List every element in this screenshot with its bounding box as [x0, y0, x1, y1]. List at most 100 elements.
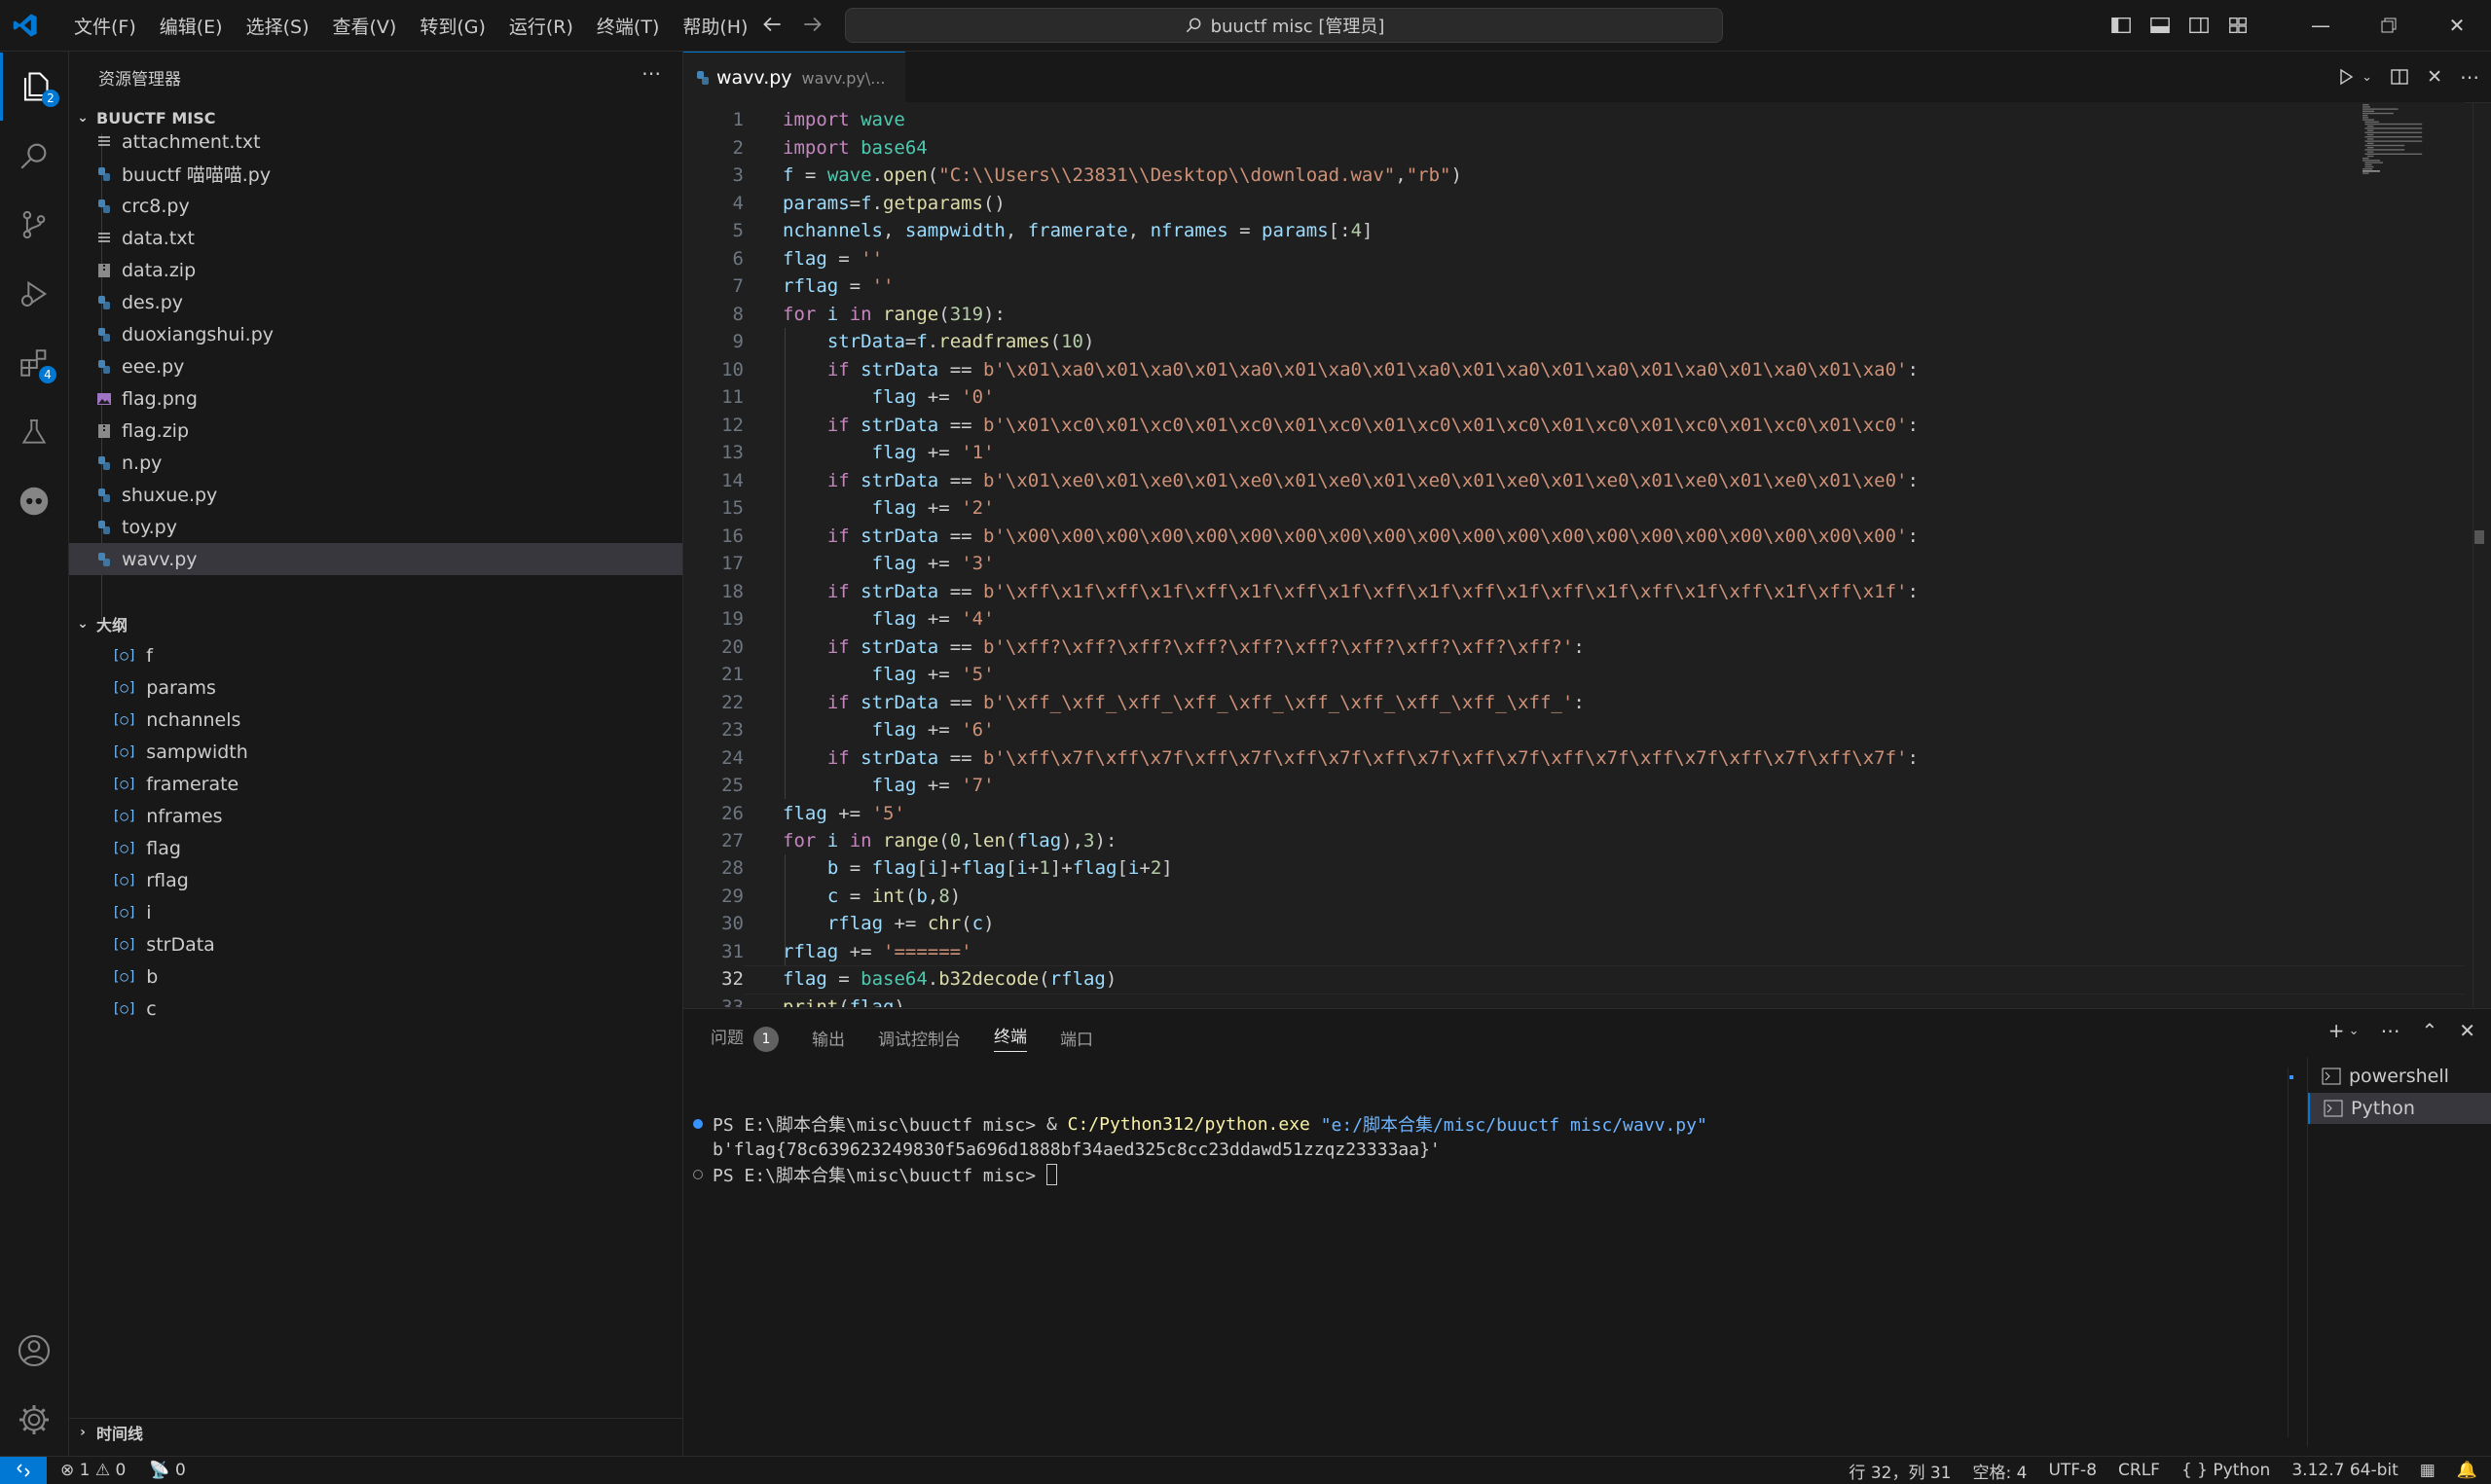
code-line[interactable]: 27 for i in range(0,len(flag),3): [683, 827, 2465, 855]
menu-run[interactable]: 运行(R) [497, 13, 585, 39]
file-item[interactable]: eee.py [69, 350, 682, 382]
file-item[interactable]: des.py [69, 286, 682, 318]
code-line[interactable]: 22 if strData == b'\xff_\xff_\xff_\xff_\… [683, 688, 2465, 716]
menu-go[interactable]: 转到(G) [408, 13, 497, 39]
terminal-entry-python[interactable]: Python [2308, 1093, 2491, 1124]
copilot-icon[interactable] [0, 467, 68, 535]
code-line[interactable]: 30 rflag += chr(c) [683, 910, 2465, 938]
file-item[interactable]: attachment.txt [69, 126, 682, 158]
menu-selection[interactable]: 选择(S) [235, 13, 321, 39]
cursor-position[interactable]: 行 32，列 31 [1849, 1459, 1951, 1483]
editor-tab[interactable]: wavv.py wavv.py\... [683, 52, 905, 103]
tab-output[interactable]: 输出 [812, 1026, 845, 1050]
customize-layout-icon[interactable] [2218, 0, 2257, 51]
outline-item[interactable]: [○] strData [69, 928, 682, 960]
back-arrow-icon[interactable] [759, 12, 785, 37]
split-editor-icon[interactable] [2390, 67, 2409, 87]
manage-gear-icon[interactable] [0, 1386, 68, 1454]
forward-arrow-icon[interactable] [800, 12, 825, 37]
outline-item[interactable]: [○] i [69, 896, 682, 928]
file-item[interactable]: buuctf 喵喵喵.py [69, 158, 682, 190]
code-line[interactable]: 16 if strData == b'\x00\x00\x00\x00\x00\… [683, 522, 2465, 550]
file-item[interactable]: data.txt [69, 222, 682, 254]
maximize-panel-chevron-up-icon[interactable]: ⌃ [2421, 1019, 2437, 1042]
editor-more-actions-icon[interactable]: ⋯ [2460, 65, 2479, 89]
code-line[interactable]: 19 flag += '4' [683, 605, 2465, 633]
code-line[interactable]: 9 strData=f.readframes(10) [683, 328, 2465, 356]
code-line[interactable]: 1 import wave [683, 106, 2465, 134]
terminal-cursor[interactable] [1045, 1164, 1057, 1185]
code-line[interactable]: 5 nchannels, sampwidth, framerate, nframe… [683, 217, 2465, 245]
file-item[interactable]: duoxiangshui.py [69, 318, 682, 350]
account-icon[interactable] [0, 1317, 68, 1385]
python-interpreter[interactable]: 3.12.7 64-bit [2291, 1461, 2398, 1480]
panel-more-actions-icon[interactable]: ⋯ [2380, 1019, 2399, 1042]
vertical-scrollbar[interactable] [2473, 102, 2486, 1007]
minimize-icon[interactable]: — [2287, 0, 2355, 51]
outline-item[interactable]: [○] framerate [69, 768, 682, 800]
code-line[interactable]: 23 flag += '6' [683, 716, 2465, 744]
close-window-icon[interactable]: ✕ [2423, 0, 2491, 51]
code-line[interactable]: 31 rflag += '======' [683, 938, 2465, 966]
file-item[interactable]: flag.png [69, 382, 682, 415]
command-success-dot-icon[interactable] [693, 1119, 703, 1129]
file-item[interactable]: toy.py [69, 511, 682, 543]
file-encoding[interactable]: UTF-8 [2048, 1461, 2097, 1480]
file-item[interactable]: n.py [69, 447, 682, 479]
command-center[interactable]: buuctf misc [管理员] [845, 8, 1723, 43]
run-dropdown-chevron-icon[interactable]: ⌄ [2362, 70, 2372, 85]
code-line[interactable]: 21 flag += '5' [683, 661, 2465, 689]
outline-item[interactable]: [○] nframes [69, 800, 682, 832]
problems-status[interactable]: ⊗ 1 ⚠ 0 [60, 1461, 126, 1480]
code-line[interactable]: 32 flag = base64.b32decode(rflag) [683, 965, 2465, 995]
remote-indicator-icon[interactable] [0, 1457, 47, 1484]
code-line[interactable]: 12 if strData == b'\x01\xc0\x01\xc0\x01\… [683, 411, 2465, 439]
code-editor[interactable]: 1 import wave 2 import base64 3 f = wave.open… [683, 102, 2465, 1007]
run-debug-icon[interactable] [0, 260, 68, 328]
terminal-entry-powershell[interactable]: powershell [2308, 1061, 2491, 1092]
restore-icon[interactable] [2355, 0, 2423, 51]
terminal-output[interactable]: PS E:\脚本合集\misc\buuctf misc> & C:/Python… [683, 1068, 2280, 1447]
end-of-line[interactable]: CRLF [2118, 1461, 2160, 1480]
code-line[interactable]: 14 if strData == b'\x01\xe0\x01\xe0\x01\… [683, 466, 2465, 494]
menu-help[interactable]: 帮助(H) [671, 13, 759, 39]
menu-edit[interactable]: 编辑(E) [148, 13, 235, 39]
close-editor-icon[interactable]: ✕ [2427, 66, 2442, 88]
file-item[interactable]: flag.zip [69, 415, 682, 447]
code-line[interactable]: 3 f = wave.open("C:\\Users\\23831\\Deskto… [683, 162, 2465, 190]
language-mode[interactable]: { } Python [2181, 1461, 2270, 1480]
file-item-selected[interactable]: wavv.py [69, 543, 682, 575]
notifications-bell-icon[interactable]: 🔔 [2457, 1461, 2477, 1480]
code-line[interactable]: 11 flag += '0' [683, 383, 2465, 412]
search-view-icon[interactable] [0, 122, 68, 190]
run-python-file-icon[interactable] [2336, 67, 2356, 87]
outline-item[interactable]: [○] f [69, 639, 682, 671]
file-item[interactable]: data.zip [69, 254, 682, 286]
ports-status[interactable]: 📡 0 [149, 1461, 185, 1480]
code-line[interactable]: 29 c = int(b,8) [683, 883, 2465, 911]
outline-item[interactable]: [○] rflag [69, 864, 682, 896]
extensions-icon[interactable]: 4 [0, 329, 68, 397]
tab-debug-console[interactable]: 调试控制台 [878, 1026, 961, 1050]
outline-item[interactable]: [○] sampwidth [69, 736, 682, 768]
code-line[interactable]: 33 print(flag) [683, 994, 2465, 1007]
code-line[interactable]: 26 flag += '5' [683, 799, 2465, 827]
tab-terminal[interactable]: 终端 [994, 1023, 1027, 1052]
minimap[interactable] [2361, 102, 2463, 180]
code-line[interactable]: 7 rflag = '' [683, 272, 2465, 301]
code-line[interactable]: 10 if strData == b'\x01\xa0\x01\xa0\x01\… [683, 355, 2465, 383]
code-line[interactable]: 28 b = flag[i]+flag[i+1]+flag[i+2] [683, 854, 2465, 883]
toggle-panel-icon[interactable] [2141, 0, 2180, 51]
code-line[interactable]: 15 flag += '2' [683, 494, 2465, 523]
code-line[interactable]: 18 if strData == b'\xff\x1f\xff\x1f\xff\… [683, 577, 2465, 605]
testing-flask-icon[interactable] [0, 398, 68, 466]
outline-item[interactable]: [○] c [69, 993, 682, 1025]
code-line[interactable]: 2 import base64 [683, 133, 2465, 162]
tab-ports[interactable]: 端口 [1060, 1026, 1093, 1050]
terminal-dropdown-chevron-icon[interactable]: ⌄ [2349, 1024, 2360, 1038]
close-panel-icon[interactable]: ✕ [2459, 1019, 2475, 1042]
toggle-secondary-sidebar-icon[interactable] [2180, 0, 2218, 51]
code-line[interactable]: 24 if strData == b'\xff\x7f\xff\x7f\xff\… [683, 743, 2465, 772]
outline-item[interactable]: [○] flag [69, 832, 682, 864]
file-item[interactable]: shuxue.py [69, 479, 682, 511]
